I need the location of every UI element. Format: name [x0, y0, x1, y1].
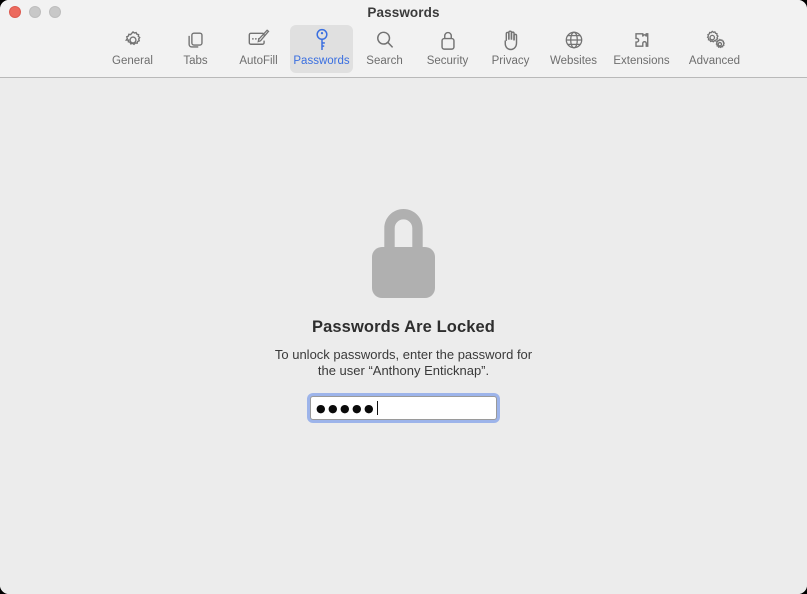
tabs-icon	[185, 27, 207, 53]
page-title: Passwords Are Locked	[312, 318, 495, 336]
page-description-line-2: the user “Anthony Enticknap”.	[317, 363, 490, 378]
toolbar-tab-general[interactable]: General	[101, 25, 164, 73]
gears-icon	[703, 27, 727, 53]
toolbar-tab-tabs[interactable]: Tabs	[164, 25, 227, 73]
toolbar-tab-label: AutoFill	[239, 55, 278, 67]
toolbar-tab-extensions[interactable]: Extensions	[605, 25, 678, 73]
key-icon	[312, 27, 332, 53]
toolbar-tab-autofill[interactable]: AutoFill	[227, 25, 290, 73]
page-description-line-1: To unlock passwords, enter the password …	[274, 347, 533, 362]
text-caret	[377, 401, 378, 415]
toolbar-tab-label: Privacy	[491, 55, 530, 67]
password-masked-value: ●●●●●	[316, 401, 376, 415]
globe-icon	[563, 27, 585, 53]
toolbar-tab-label: Tabs	[183, 55, 208, 67]
toolbar-tab-label: Extensions	[613, 55, 670, 67]
toolbar-tab-advanced[interactable]: Advanced	[678, 25, 751, 73]
toolbar-tab-websites[interactable]: Websites	[542, 25, 605, 73]
toolbar-tab-label: Websites	[549, 55, 598, 67]
autofill-icon	[247, 27, 271, 53]
lock-icon	[438, 27, 458, 53]
passwords-locked-panel: Passwords Are Locked To unlock passwords…	[0, 78, 807, 420]
toolbar-tab-label: Search	[366, 55, 403, 67]
padlock-closed-icon	[0, 209, 807, 299]
preferences-content: Passwords Are Locked To unlock passwords…	[0, 78, 807, 594]
window-titlebar: Passwords General Tabs AutoFill Password…	[0, 0, 807, 78]
toolbar-tab-passwords[interactable]: Passwords	[290, 25, 353, 73]
toolbar-tab-search[interactable]: Search	[353, 25, 416, 73]
password-field-container: ●●●●●	[0, 396, 807, 420]
gear-icon	[122, 27, 144, 53]
window-title: Passwords	[367, 5, 440, 20]
toolbar-tab-security[interactable]: Security	[416, 25, 479, 73]
toolbar-tab-label: General	[112, 55, 153, 67]
toolbar-tab-label: Passwords	[293, 55, 350, 67]
preferences-toolbar: General Tabs AutoFill Passwords Search S…	[101, 25, 751, 74]
preferences-window: Passwords General Tabs AutoFill Password…	[0, 0, 807, 594]
puzzle-icon	[630, 27, 653, 53]
toolbar-tab-privacy[interactable]: Privacy	[479, 25, 542, 73]
page-description: To unlock passwords, enter the password …	[0, 347, 807, 379]
hand-icon	[500, 27, 521, 53]
toolbar-tab-label: Advanced	[688, 55, 741, 67]
search-icon	[374, 27, 396, 53]
toolbar-tab-label: Security	[426, 55, 469, 67]
password-input[interactable]: ●●●●●	[310, 396, 497, 420]
